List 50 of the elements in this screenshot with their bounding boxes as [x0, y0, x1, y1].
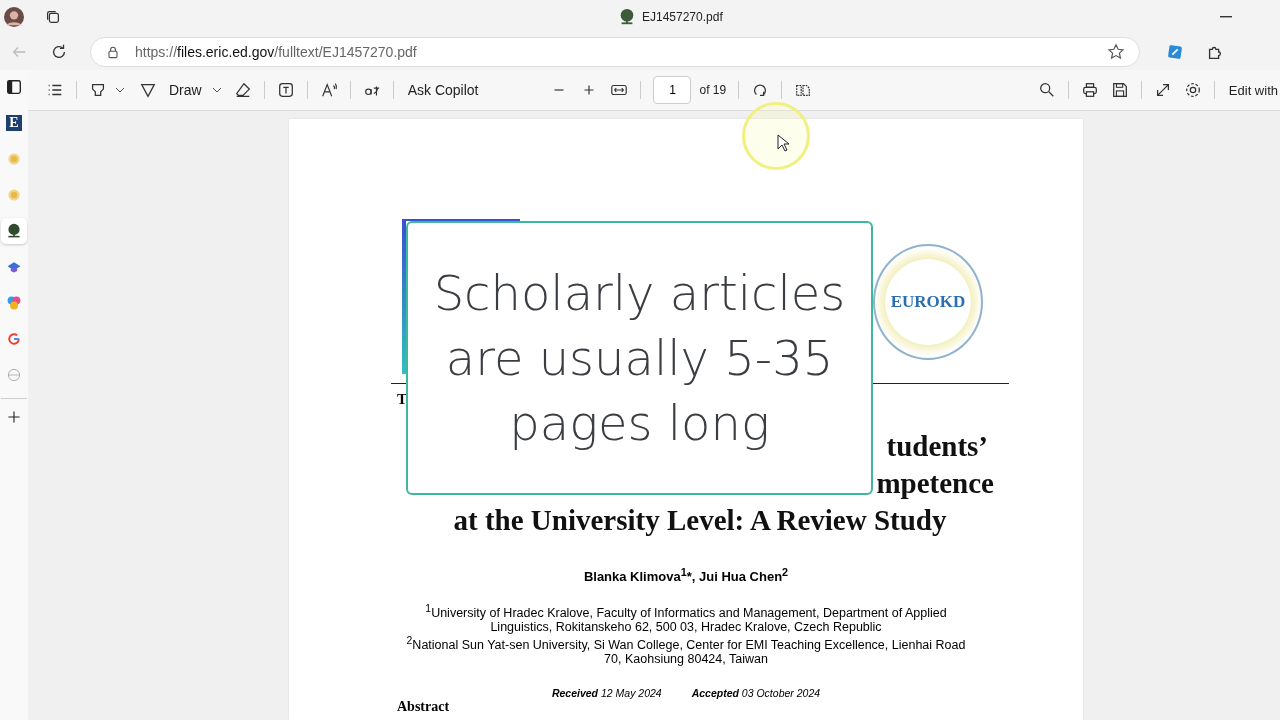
- address-bar[interactable]: https://files.eric.ed.gov/fulltext/EJ1457270.pdf: [90, 37, 1140, 67]
- refresh-icon[interactable]: [50, 43, 68, 61]
- read-aloud-icon[interactable]: [319, 81, 338, 99]
- edit-with-button[interactable]: Edit with: [1226, 80, 1280, 100]
- save-icon[interactable]: [1110, 81, 1129, 99]
- lock-icon: [105, 44, 121, 60]
- sun-icon: [6, 151, 22, 167]
- date-text: Accepted 03 October 2024: [691, 686, 821, 699]
- page-number-field[interactable]: 1: [653, 76, 692, 104]
- cursor-icon: [777, 134, 789, 152]
- caption-text: Scholarly articles are usually 5-35 pages long: [432, 263, 847, 453]
- avatar-icon[interactable]: [4, 6, 24, 28]
- ask-copilot-button[interactable]: Ask Copilot: [405, 80, 481, 100]
- date-text: Received 12 May 2024: [551, 686, 662, 699]
- sidebar-item[interactable]: [1, 218, 27, 244]
- pen-icon: [139, 81, 157, 99]
- page-count: of 19: [699, 83, 727, 97]
- copilot-icon: [6, 295, 22, 311]
- tree-icon: [6, 223, 22, 239]
- settings-icon[interactable]: [1183, 81, 1202, 99]
- print-icon[interactable]: [1080, 81, 1099, 99]
- highlighter-icon[interactable]: [89, 81, 107, 99]
- caret-icon[interactable]: [115, 87, 125, 93]
- google-icon: [6, 331, 22, 347]
- minimize-icon[interactable]: [1220, 16, 1232, 18]
- extension-icon[interactable]: [1166, 43, 1184, 61]
- text-box-icon[interactable]: [276, 81, 295, 99]
- sun-icon: [6, 187, 22, 203]
- sidebar-item[interactable]: E: [1, 110, 27, 136]
- draw-button[interactable]: Draw: [137, 79, 204, 101]
- star-icon[interactable]: [1107, 43, 1125, 61]
- sidebar-toggle-icon[interactable]: [5, 78, 23, 96]
- globe-icon: [6, 367, 22, 383]
- journal-logo: EUROKD: [873, 244, 983, 360]
- eraser-icon[interactable]: [233, 81, 252, 99]
- window-title: EJ1457270.pdf: [642, 10, 723, 24]
- affiliation-text: $^{1}$University of Hradec Kralove, Faculty of Informatics and Management, Department of Applied Linguistics, Rokitanskeho 62, 500 03, Hradec Kralove, Czech Republic: [424, 602, 948, 635]
- title-text: mpetence: [876, 466, 994, 501]
- title-text: tudents’: [886, 429, 988, 464]
- author-list: Blanka Klimova$^{1}$*, Jui Hua Chen$^{2}$: [583, 566, 789, 585]
- search-icon[interactable]: [1037, 81, 1056, 99]
- abstract-heading: Abstract: [397, 698, 450, 715]
- add-icon[interactable]: [6, 409, 22, 425]
- tree-icon: [618, 8, 636, 26]
- cap-icon: [6, 259, 22, 275]
- tabs-icon[interactable]: [44, 8, 62, 26]
- url-text: https://files.eric.ed.gov/fulltext/EJ1457270.pdf: [135, 44, 417, 60]
- caret-icon[interactable]: [211, 87, 222, 93]
- affiliation-text: $^{2}$National Sun Yat-sen University, Si Wan College, Center for EMI Teaching Excellence, Lienhai Road 70, Kaohsiung 80424, Taiwan: [405, 634, 967, 667]
- title-text: at the University Level: A Review Study: [453, 503, 947, 538]
